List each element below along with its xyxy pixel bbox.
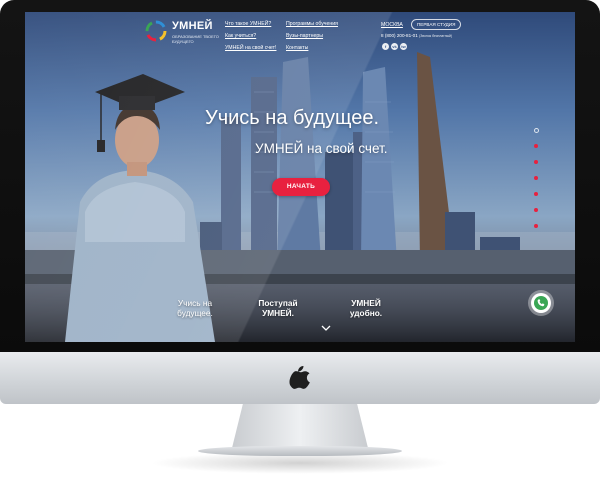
slider-dot-5[interactable] bbox=[534, 192, 538, 196]
feature-learn-future[interactable]: Учись на будущее. bbox=[165, 298, 225, 318]
phone-digits: 8 (800) 200-81-01 bbox=[381, 33, 418, 38]
logo-name[interactable]: УМНЕЙ bbox=[172, 20, 213, 32]
feature-3-line1: УМНЕЙ bbox=[351, 298, 381, 308]
nav-contacts[interactable]: Контакты bbox=[286, 45, 308, 51]
phone-call-icon bbox=[534, 296, 548, 310]
feature-1-line1: Учись на bbox=[177, 298, 213, 308]
slider-dot-2[interactable] bbox=[534, 144, 538, 148]
website-screen: УМНЕЙ ОБРАЗОВАНИЕ ТВОЕГО БУДУЩЕГО Что та… bbox=[25, 12, 575, 342]
slider-dot-3[interactable] bbox=[534, 160, 538, 164]
apple-logo-icon bbox=[289, 365, 310, 389]
feature-3-line2: удобно. bbox=[349, 308, 383, 318]
feature-1-line2: будущее. bbox=[177, 308, 213, 318]
phone-note: (Звонок бесплатный) bbox=[419, 34, 453, 38]
monitor-stand bbox=[232, 404, 368, 448]
slider-dot-6[interactable] bbox=[534, 208, 538, 212]
hero-subtitle: УМНЕЙ на свой счет. bbox=[255, 141, 388, 156]
nav-what-is[interactable]: Что такое УМНЕЙ? bbox=[225, 21, 271, 27]
call-button[interactable] bbox=[531, 293, 551, 313]
feature-2-line1: Поступай bbox=[258, 298, 298, 308]
hero-title: Учись на будущее. bbox=[205, 107, 380, 129]
facebook-icon[interactable]: f bbox=[382, 43, 389, 50]
chevron-down-icon[interactable] bbox=[321, 325, 331, 331]
start-button[interactable]: НАЧАТЬ bbox=[272, 178, 330, 196]
nav-programs[interactable]: Программы обучения bbox=[286, 21, 338, 27]
feature-convenient[interactable]: УМНЕЙ удобно. bbox=[336, 298, 396, 318]
twitter-icon[interactable]: tw bbox=[400, 43, 407, 50]
city-selector[interactable]: МОСКВА bbox=[381, 22, 403, 28]
slider-dot-7[interactable] bbox=[534, 224, 538, 228]
feature-enroll[interactable]: Поступай УМНЕЙ. bbox=[248, 298, 308, 318]
first-studio-button[interactable]: ПЕРВАЯ СТУДИЯ bbox=[411, 19, 462, 30]
hero-background-image bbox=[25, 52, 575, 342]
nav-how-to-learn[interactable]: Как учиться? bbox=[225, 33, 256, 39]
nav-partner-universities[interactable]: Вузы-партнеры bbox=[286, 33, 323, 39]
logo-tagline: ОБРАЗОВАНИЕ ТВОЕГО БУДУЩЕГО bbox=[172, 34, 219, 44]
monitor-stand-base bbox=[198, 446, 402, 456]
phone-number: 8 (800) 200-81-01 (Звонок бесплатный) bbox=[381, 33, 452, 38]
logo-icon bbox=[145, 20, 167, 42]
feature-2-line2: УМНЕЙ. bbox=[262, 308, 294, 318]
nav-own-account[interactable]: УМНЕЙ на свой счет! bbox=[225, 45, 276, 51]
vk-icon[interactable]: vk bbox=[391, 43, 398, 50]
slider-dot-4[interactable] bbox=[534, 176, 538, 180]
slider-dot-1[interactable] bbox=[534, 128, 539, 133]
